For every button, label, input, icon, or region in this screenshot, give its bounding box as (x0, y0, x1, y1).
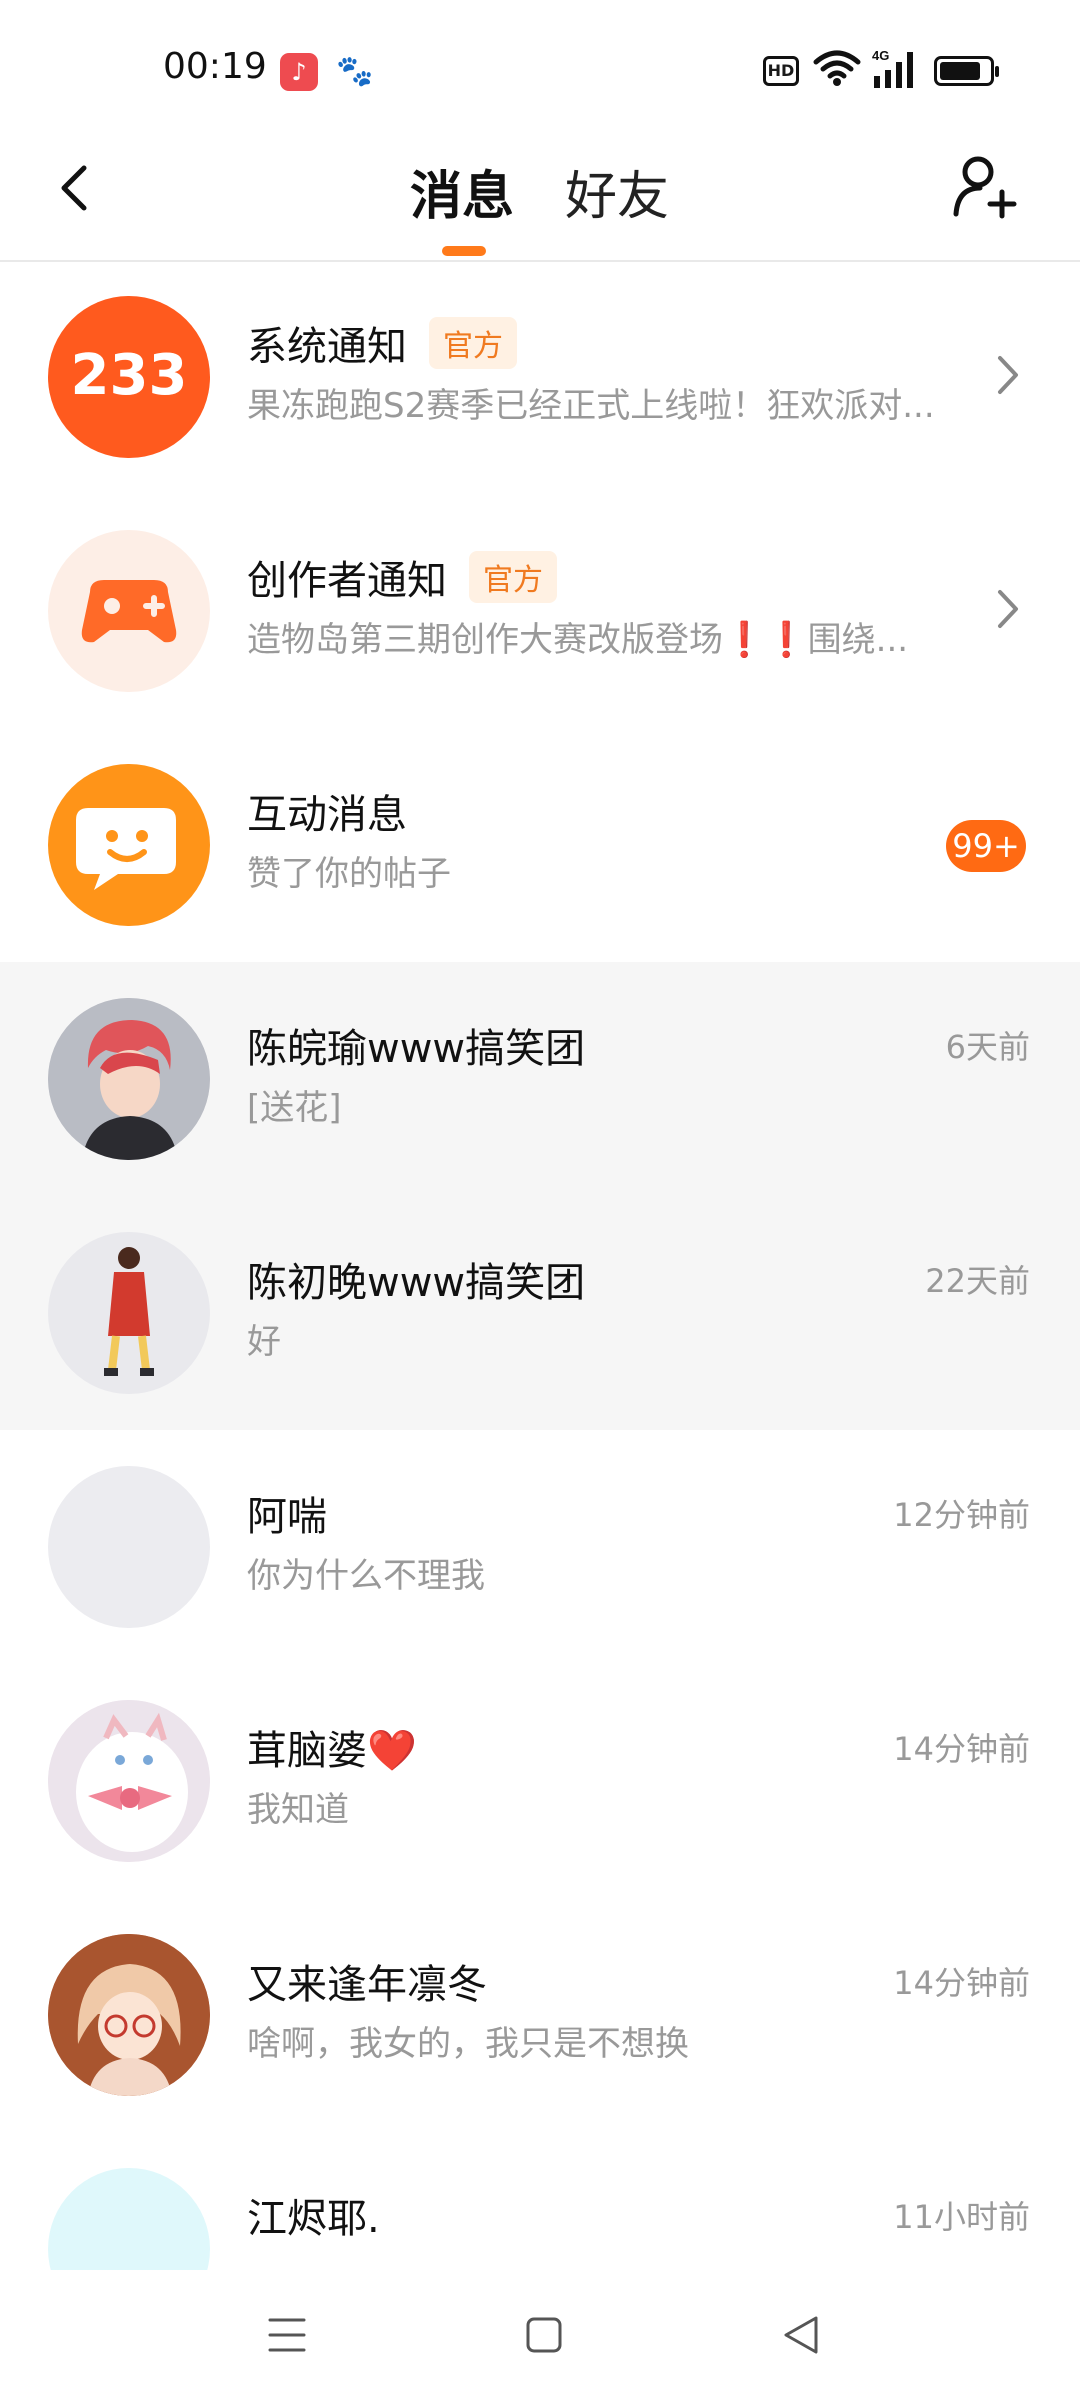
row-timestamp: 11小时前 (893, 2198, 1030, 2236)
row-name: 陈皖瑜www搞笑团 (247, 1026, 586, 1072)
avatar (48, 1232, 210, 1394)
chat-face-icon (48, 764, 210, 926)
row-preview: 造物岛第三期创作大赛改版登场❗❗围绕... (247, 620, 909, 660)
row-name: 互动消息 (247, 792, 407, 838)
row-preview: 赞了你的帖子 (247, 854, 451, 894)
row-name: 陈初晚www搞笑团 (247, 1260, 586, 1306)
list-item-chat[interactable]: 又来逢年凛冬 啥啊，我女的，我只是不想换 14分钟前 (0, 1898, 1080, 2132)
row-name: 茸脑婆❤️ (247, 1728, 417, 1774)
row-name: 创作者通知 官方 (247, 548, 557, 606)
list-item-chat[interactable]: 阿喘 你为什么不理我 12分钟前 (0, 1430, 1080, 1664)
hd-icon: HD (763, 56, 799, 86)
network-type-label: 4G (872, 48, 889, 63)
status-bar: 00:19 ♪ 🐾 HD 4G (0, 0, 1080, 130)
row-name: 江烬耶. (247, 2196, 380, 2242)
chevron-right-icon (998, 356, 1018, 394)
back-button[interactable] (46, 158, 106, 218)
unread-count-badge: 99+ (946, 820, 1026, 872)
avatar (48, 998, 210, 1160)
list-item-system-notice[interactable]: 233 系统通知 官方 果冻跑跑S2赛季已经正式上线啦！狂欢派对... (0, 260, 1080, 494)
music-app-icon: ♪ (280, 53, 318, 91)
official-badge: 官方 (429, 317, 517, 369)
chevron-right-icon (998, 590, 1018, 628)
row-timestamp: 6天前 (945, 1028, 1030, 1066)
avatar (48, 1934, 210, 2096)
tab-friends[interactable]: 好友 (565, 154, 669, 229)
status-time: 00:19 (163, 46, 267, 87)
avatar (48, 1466, 210, 1628)
row-preview: 你为什么不理我 (247, 1556, 485, 1596)
add-friend-button[interactable] (950, 152, 1020, 222)
svg-text:233: 233 (71, 343, 188, 408)
baidu-paw-icon: 🐾 (336, 54, 374, 89)
row-preview: 啥啊，我女的，我只是不想换 (247, 2024, 689, 2064)
row-name: 又来逢年凛冬 (247, 1962, 487, 2008)
wifi-icon (813, 50, 861, 86)
back-triangle-icon[interactable] (780, 2314, 822, 2356)
row-preview: 好 (247, 1322, 281, 1362)
list-item-chat[interactable]: 江烬耶. 11小时前 (0, 2132, 1080, 2270)
signal-icon: 4G (872, 48, 913, 88)
tab-messages[interactable]: 消息 (410, 154, 514, 229)
row-preview: 果冻跑跑S2赛季已经正式上线啦！狂欢派对... (247, 386, 935, 426)
row-name: 阿喘 (247, 1494, 327, 1540)
avatar (48, 1700, 210, 1862)
menu-icon[interactable] (266, 2314, 308, 2356)
list-item-creator-notice[interactable]: 创作者通知 官方 造物岛第三期创作大赛改版登场❗❗围绕... (0, 494, 1080, 728)
list-item-interaction-messages[interactable]: 互动消息 赞了你的帖子 99+ (0, 728, 1080, 962)
list-item-chat[interactable]: 茸脑婆❤️ 我知道 14分钟前 (0, 1664, 1080, 1898)
avatar (48, 2168, 210, 2270)
active-tab-indicator (442, 246, 486, 256)
233-logo-icon: 233 (48, 296, 210, 458)
row-preview: 我知道 (247, 1790, 349, 1830)
list-item-chat[interactable]: 陈初晚www搞笑团 好 22天前 (0, 1196, 1080, 1430)
top-bar: 消息 好友 (0, 130, 1080, 262)
battery-icon (934, 56, 999, 86)
gamepad-icon (48, 530, 210, 692)
row-preview: [送花] (247, 1088, 342, 1128)
home-square-icon[interactable] (524, 2314, 564, 2356)
official-badge: 官方 (469, 551, 557, 603)
system-nav-bar (0, 2270, 1080, 2400)
row-timestamp: 22天前 (925, 1262, 1030, 1300)
row-timestamp: 14分钟前 (893, 1964, 1030, 2002)
row-timestamp: 12分钟前 (893, 1496, 1030, 1534)
row-timestamp: 14分钟前 (893, 1730, 1030, 1768)
list-item-chat[interactable]: 陈皖瑜www搞笑团 [送花] 6天前 (0, 962, 1080, 1196)
row-name: 系统通知 官方 (247, 314, 517, 372)
